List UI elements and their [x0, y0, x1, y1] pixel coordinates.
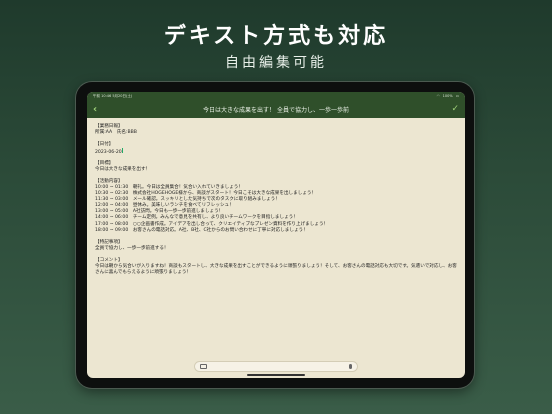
nav-title: 今日は大きな成果を出す！ 全員で協力し、一歩一歩前: [203, 106, 349, 114]
document-line: さんに喜んでもらえるように頑張りましょう！: [95, 270, 192, 276]
battery-level: 100%: [442, 94, 453, 98]
app-screen: 午前 10:46 5月20日(土) ◠ 100% ▭ ‹ 今日は大きな成果を出す…: [87, 92, 465, 378]
keyboard-icon[interactable]: [200, 364, 207, 369]
promo-headline: デキスト方式も対応: [163, 24, 389, 49]
done-checkmark-icon[interactable]: ✓: [447, 104, 459, 114]
back-chevron-icon[interactable]: ‹: [93, 104, 105, 115]
home-indicator: [247, 374, 305, 376]
status-bar: 午前 10:46 5月20日(土) ◠ 100% ▭: [87, 92, 465, 100]
microphone-icon[interactable]: [349, 364, 352, 369]
report-text-editor[interactable]: 【業務日報】 所属:AA 氏名:BBB 【日付】 2023-06-20 【目標】 今日は大…: [87, 118, 465, 282]
navigation-bar: ‹ 今日は大きな成果を出す！ 全員で協力し、一歩一歩前 ✓: [87, 100, 465, 118]
battery-icon: ▭: [455, 94, 459, 98]
status-time: 午前 10:46 5月20日(土): [93, 93, 133, 98]
text-cursor: [121, 148, 123, 154]
promo-subline: 自由編集可能: [225, 55, 327, 71]
wifi-icon: ◠: [436, 94, 440, 98]
text-input-bar[interactable]: [194, 361, 358, 372]
